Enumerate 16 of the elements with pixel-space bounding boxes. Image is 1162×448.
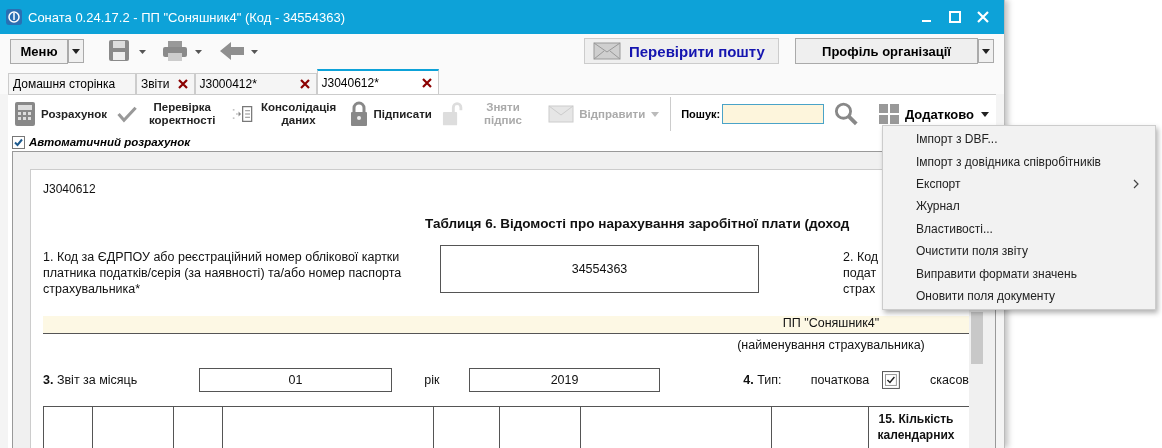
field-label: рік <box>424 373 441 387</box>
search-label: Пошук: <box>681 108 721 120</box>
field-label-line: страх <box>843 281 877 297</box>
checkbox-label: Автоматичний розрахунок <box>29 136 191 148</box>
field-label: 3. Звіт за місяць <box>43 373 139 387</box>
field-label: 4. Тип: <box>743 373 783 387</box>
field-label-line: подат <box>843 265 878 281</box>
column-header: 15. Кількість календарних <box>876 411 956 444</box>
field-label: 1. Код за ЄДРПОУ або реєстраційний номер облікової картки платника податків/серія (за наявності) та/або номер паспорта страхувальника* <box>43 249 403 297</box>
field-label-line: 2. Код <box>843 249 879 265</box>
window-title: Соната 0.24.17.2 - ПП "Соняшник4" (Код - 34554363) <box>28 9 346 25</box>
option-label: скасов <box>930 373 969 387</box>
option-label: початкова <box>810 373 871 387</box>
form-code: J3040612 <box>43 182 96 196</box>
field-caption: (найменування страхувальника) <box>736 338 926 352</box>
table-title: Таблиця 6. Відомості про нарахування заробітної плати (доход <box>425 216 850 231</box>
